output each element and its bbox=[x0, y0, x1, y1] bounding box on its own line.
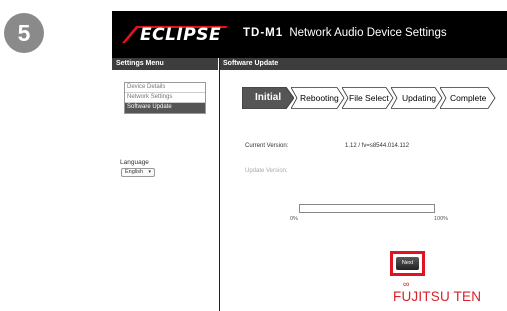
step-number-badge: 5 bbox=[4, 13, 44, 53]
next-button[interactable]: Next bbox=[396, 257, 419, 270]
language-select[interactable]: English ▾ bbox=[121, 168, 155, 177]
menu-item-network-settings[interactable]: Network Settings bbox=[125, 93, 205, 103]
next-button-highlight: Next bbox=[390, 251, 425, 276]
progress-min-label: 0% bbox=[290, 216, 298, 222]
step-label: Rebooting bbox=[300, 93, 339, 103]
fujitsu-ten-logo: ∞ FUJITSU TEN bbox=[393, 279, 482, 304]
step-complete: Complete bbox=[440, 87, 496, 109]
header-bar: ECLIPSE TD-M1 Network Audio Device Setti… bbox=[112, 11, 507, 58]
current-version-label: Current Version: bbox=[245, 143, 289, 149]
language-label: Language bbox=[120, 159, 149, 166]
device-title: TD-M1 Network Audio Device Settings bbox=[243, 27, 447, 39]
update-version-label: Update Version: bbox=[245, 168, 288, 174]
step-label: File Select bbox=[349, 93, 389, 103]
settings-menu: Device Details Network Settings Software… bbox=[124, 82, 206, 114]
step-rebooting: Rebooting bbox=[291, 87, 345, 109]
current-version-value: 1.12 / fv=s8544.014.112 bbox=[345, 143, 410, 149]
progress-max-label: 100% bbox=[434, 216, 449, 222]
fujitsu-infinity-icon: ∞ bbox=[403, 279, 410, 289]
language-value: English bbox=[125, 169, 144, 175]
step-label: Complete bbox=[450, 93, 487, 103]
settings-menu-header: Settings Menu bbox=[112, 58, 218, 70]
content-header: Software Update bbox=[220, 58, 507, 70]
menu-item-software-update[interactable]: Software Update bbox=[125, 103, 205, 113]
logo-text: ECLIPSE bbox=[140, 25, 222, 45]
eclipse-logo: ECLIPSE bbox=[120, 23, 228, 45]
step-label: Initial bbox=[255, 92, 282, 103]
step-initial: Initial bbox=[242, 87, 294, 109]
step-label: Updating bbox=[402, 93, 437, 103]
update-progress-bar bbox=[299, 204, 435, 213]
menu-item-device-details[interactable]: Device Details bbox=[125, 83, 205, 93]
vertical-divider bbox=[219, 58, 220, 311]
step-file-select: File Select bbox=[342, 87, 394, 109]
model-name: TD-M1 bbox=[243, 27, 284, 39]
chevron-down-icon: ▾ bbox=[148, 169, 151, 175]
page-title: Network Audio Device Settings bbox=[289, 27, 447, 39]
step-updating: Updating bbox=[391, 87, 443, 109]
settings-app: ECLIPSE TD-M1 Network Audio Device Setti… bbox=[112, 0, 507, 311]
